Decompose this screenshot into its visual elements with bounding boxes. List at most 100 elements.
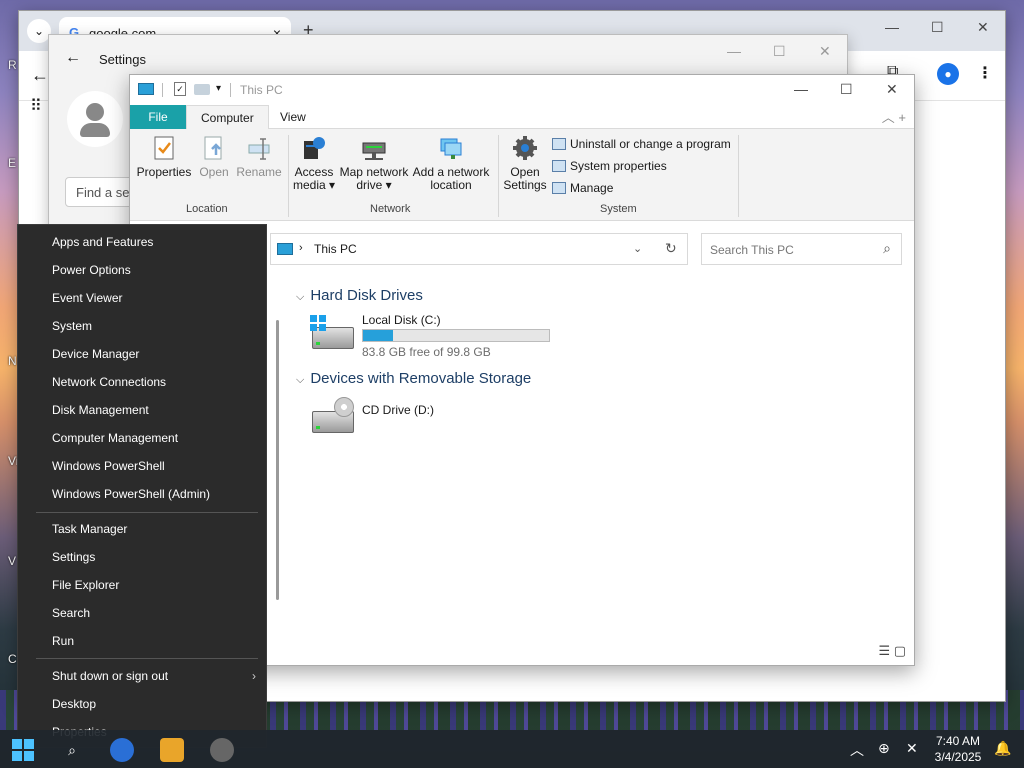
menu-item[interactable]: Task Manager [52,522,127,536]
menu-item[interactable]: Device Manager [52,347,139,361]
taskbar-search-icon[interactable]: ⌕ [60,738,84,762]
menu-item[interactable]: Network Connections [52,375,166,389]
map-network-label-2: drive ▾ [356,178,392,192]
explorer-close-button[interactable]: ✕ [886,81,898,98]
access-media-button[interactable]: Access media ▾ [292,135,336,192]
access-media-label-1: Access [294,165,334,179]
network-group-label: Network [370,203,411,215]
collapse-chevron-icon: ⌵ [296,374,305,386]
tab-computer[interactable]: Computer [186,105,269,129]
map-network-drive-button[interactable]: Map network drive ▾ [338,135,410,192]
properties-label: Properties [136,165,192,179]
cd-disc-icon [334,397,354,417]
open-settings-button[interactable]: Open Settings [502,135,548,192]
menu-item[interactable]: Windows PowerShell (Admin) [52,487,210,501]
menu-item[interactable]: Run [52,634,74,648]
nav-pane-scrollbar[interactable] [276,320,279,600]
network-globe-icon[interactable]: ⊕ [878,740,890,757]
hard-disk-drives-header[interactable]: ⌵ Hard Disk Drives [296,287,423,304]
breadcrumb-this-pc[interactable]: This PC [314,242,357,256]
ribbon-computer: Properties Open Rename Location Access m… [130,129,914,221]
settings-minimize-button[interactable]: — [727,43,741,59]
menu-item[interactable]: Settings [52,550,95,564]
notification-bell-icon[interactable]: 🔔 [994,740,1011,757]
settings-back-button[interactable]: ← [65,49,81,67]
manage-label: Manage [570,181,614,195]
chrome-menu-button[interactable]: ⋮ [977,63,993,83]
address-bar[interactable]: › This PC ⌄ ↻ [270,233,688,265]
search-icon[interactable]: ⌕ [883,240,891,257]
menu-item[interactable]: File Explorer [52,578,119,592]
ribbon-group-divider [738,135,739,217]
explorer-search-input[interactable]: Search This PC ⌕ [701,233,902,265]
properties-quick-icon[interactable]: ✓ [174,82,186,96]
open-button[interactable]: Open [196,135,232,179]
computer-manage-icon [552,182,566,194]
customize-toolbar-icon[interactable]: ▾ [216,83,221,94]
menu-item[interactable]: Windows PowerShell [52,459,165,473]
tray-overflow-chevron-icon[interactable]: ︿ [850,740,864,760]
refresh-icon[interactable]: ↻ [665,240,677,257]
settings-maximize-button[interactable]: ☐ [773,43,786,60]
uninstall-program-button[interactable]: Uninstall or change a program [552,137,731,151]
user-avatar-icon [67,91,123,147]
properties-button[interactable]: Properties [136,135,192,179]
menu-item[interactable]: Search [52,606,90,620]
drive-usage-fill [363,330,393,341]
menu-item[interactable]: Shut down or sign out [52,669,168,683]
rename-icon [248,138,270,160]
chrome-maximize-button[interactable]: ☐ [931,19,944,36]
breadcrumb-chevron-icon[interactable]: › [299,242,303,254]
rename-button[interactable]: Rename [236,135,282,179]
settings-close-button[interactable]: ✕ [819,43,831,60]
gear-icon [513,136,537,160]
search-placeholder: Search This PC [710,243,794,257]
desktop-icon-label: N [8,354,17,368]
add-network-label-1: Add a network [412,165,490,179]
start-button[interactable] [12,739,34,761]
ribbon-group-divider [288,135,289,217]
menu-item[interactable]: Desktop [52,697,96,711]
address-history-dropdown-icon[interactable]: ⌄ [633,242,642,255]
uninstall-label: Uninstall or change a program [570,137,731,151]
chrome-back-button[interactable]: ← [31,65,49,86]
explorer-minimize-button[interactable]: — [794,81,808,97]
volume-muted-icon[interactable]: ✕ [906,740,918,757]
view-toggle-icons[interactable]: ☰ ▢ [878,643,906,659]
menu-item[interactable]: Disk Management [52,403,149,417]
ribbon-collapse-button[interactable]: ︿ + [882,107,906,126]
removable-storage-title: Devices with Removable Storage [310,370,532,387]
ribbon-group-divider [498,135,499,217]
menu-item[interactable]: Power Options [52,263,131,277]
drive-free-space: 83.8 GB free of 99.8 GB [362,345,491,359]
removable-storage-header[interactable]: ⌵ Devices with Removable Storage [296,370,531,387]
manage-button[interactable]: Manage [552,181,613,195]
apps-grid-icon[interactable]: ⠿ [30,96,42,116]
menu-item[interactable]: Event Viewer [52,291,122,305]
system-properties-label: System properties [570,159,667,173]
menu-item[interactable]: System [52,319,92,333]
menu-item[interactable]: Apps and Features [52,235,153,249]
file-explorer-taskbar-icon[interactable] [160,738,184,762]
desktop-icon-label: E [8,156,17,170]
system-properties-button[interactable]: System properties [552,159,667,173]
menu-divider [36,512,258,513]
system-properties-icon [552,160,566,172]
taskbar-clock[interactable]: 7:40 AM 3/4/2025 [926,733,990,765]
tab-view[interactable]: View [266,105,320,129]
clock-date: 3/4/2025 [934,750,982,764]
toolbar-divider [162,83,163,97]
windows-logo-icon [310,315,326,331]
chrome-minimize-button[interactable]: — [885,19,899,35]
edge-browser-icon[interactable] [110,738,134,762]
new-folder-icon[interactable] [194,84,210,95]
drive-name: Local Disk (C:) [362,313,441,327]
explorer-maximize-button[interactable]: ☐ [840,81,853,98]
ribbon-tab-bar: File Computer View ︿ + [130,103,914,129]
profile-avatar-icon[interactable]: ● [937,63,959,85]
tab-file[interactable]: File [130,105,186,129]
settings-taskbar-icon[interactable] [210,738,234,762]
chrome-close-button[interactable]: ✕ [977,19,989,36]
menu-item[interactable]: Computer Management [52,431,178,445]
add-network-location-button[interactable]: Add a network location [412,135,490,192]
